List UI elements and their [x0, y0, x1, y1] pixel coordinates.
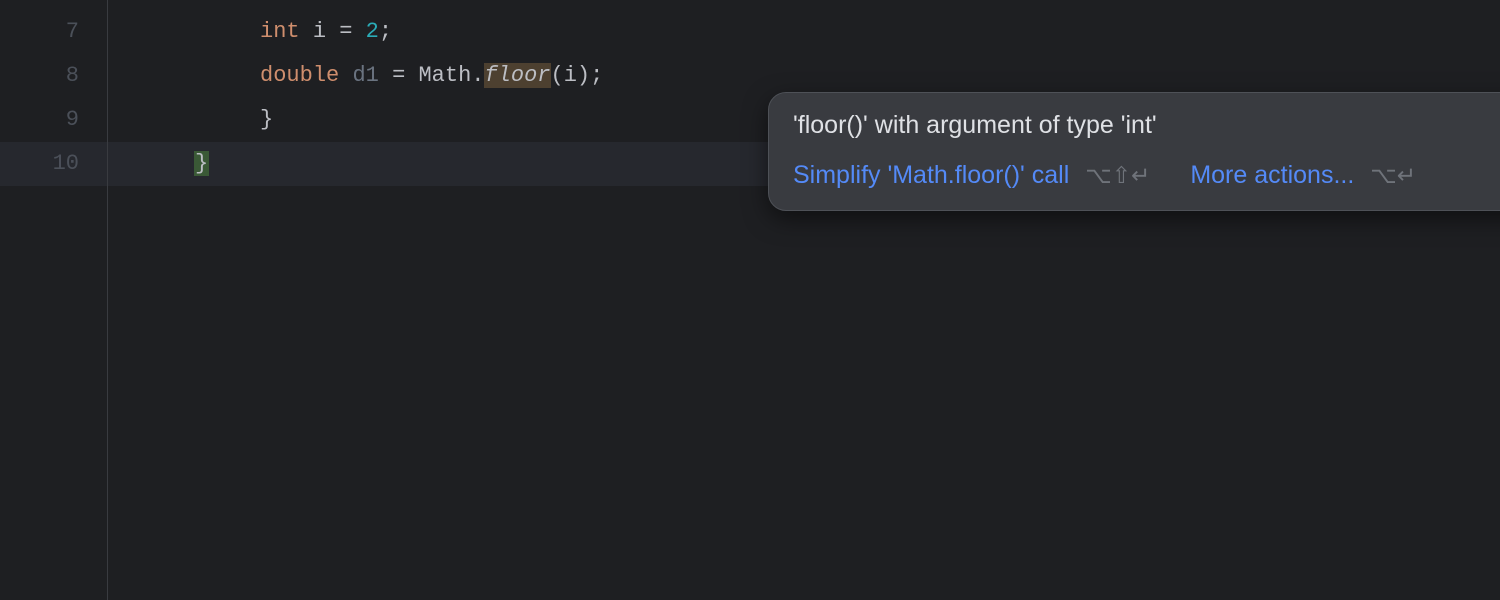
popup-actions: Simplify 'Math.floor()' call ⌥⇧↵ More ac…	[793, 161, 1500, 190]
shortcut-hint: ⌥↵	[1370, 162, 1416, 189]
code-area[interactable]: int i = 2; double d1 = Math.floor(i); } …	[128, 0, 1500, 600]
shortcut-hint: ⌥⇧↵	[1085, 162, 1150, 189]
keyword: int	[260, 19, 300, 44]
popup-title: 'floor()' with argument of type 'int'	[793, 111, 1157, 140]
argument: i	[564, 63, 577, 88]
line-number[interactable]: 8	[0, 54, 107, 98]
brace: }	[260, 107, 273, 132]
variable: i	[313, 19, 326, 44]
number-literal: 2	[366, 19, 379, 44]
code-line[interactable]: int i = 2;	[128, 10, 1500, 54]
gutter-strip	[108, 0, 128, 600]
variable: d1	[352, 63, 378, 88]
line-number[interactable]: 10	[0, 142, 107, 186]
inspection-popup[interactable]: 'floor()' with argument of type 'int' Si…	[768, 92, 1500, 211]
class-name: Math	[418, 63, 471, 88]
brace-matched: }	[194, 151, 209, 176]
line-number[interactable]: 7	[0, 10, 107, 54]
simplify-link[interactable]: Simplify 'Math.floor()' call	[793, 161, 1069, 190]
method-call-warning[interactable]: floor	[484, 63, 550, 88]
keyword: double	[260, 63, 339, 88]
popup-header: 'floor()' with argument of type 'int'	[793, 109, 1500, 141]
more-actions-link[interactable]: More actions...	[1190, 161, 1354, 190]
simplify-action[interactable]: Simplify 'Math.floor()' call ⌥⇧↵	[793, 161, 1150, 190]
code-editor[interactable]: 7 8 9 10 int i = 2; double d1 = Math.flo…	[0, 0, 1500, 600]
more-actions[interactable]: More actions... ⌥↵	[1190, 161, 1416, 190]
line-gutter: 7 8 9 10	[0, 0, 108, 600]
line-number[interactable]: 9	[0, 98, 107, 142]
